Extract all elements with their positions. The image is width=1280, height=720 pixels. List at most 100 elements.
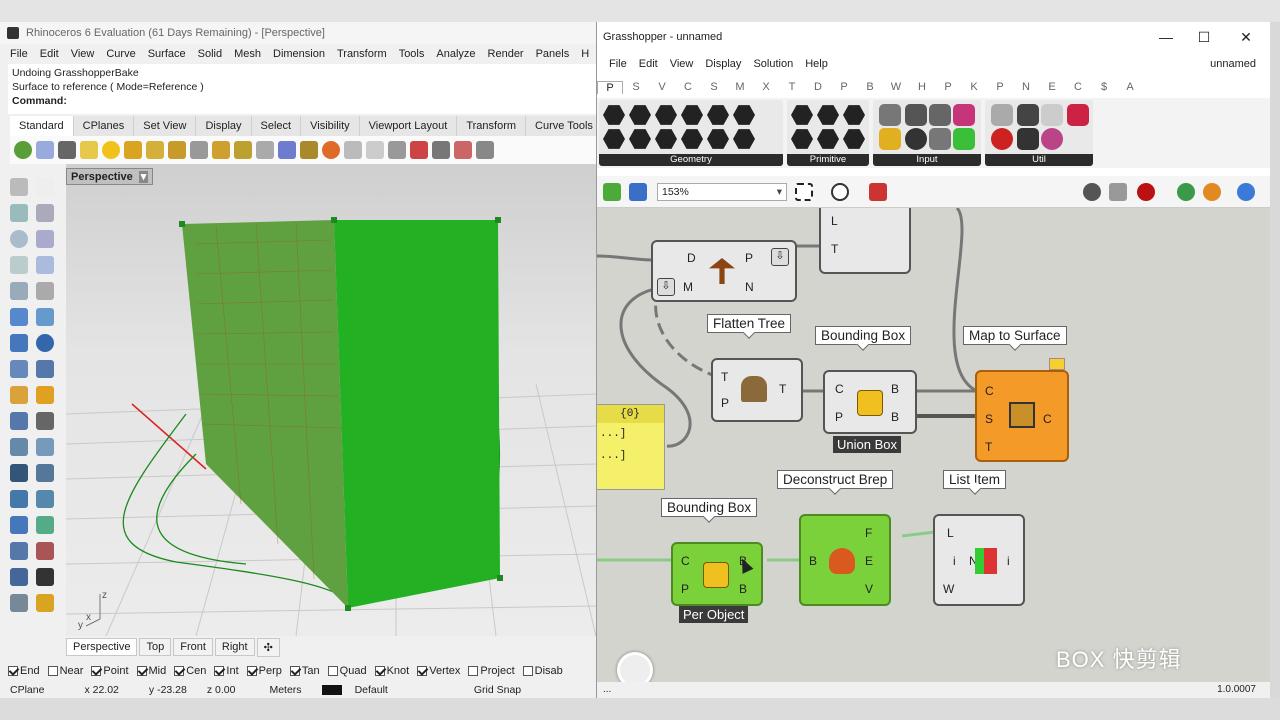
gh-tab[interactable]: P — [987, 81, 1013, 93]
preview-shaded-icon[interactable] — [1109, 183, 1127, 201]
osnap-mid[interactable]: Mid — [136, 665, 166, 677]
data-panel[interactable]: {0} ...] ...] — [597, 404, 665, 490]
open-document-icon[interactable] — [603, 183, 621, 201]
curve-param-icon[interactable] — [655, 105, 677, 125]
new-file-icon[interactable] — [36, 141, 54, 159]
tab-transform[interactable]: Transform — [457, 116, 527, 136]
menu-edit[interactable]: Edit — [34, 44, 65, 64]
move-icon[interactable] — [10, 438, 28, 456]
status-units[interactable]: Meters — [245, 684, 311, 696]
point-param-icon[interactable] — [603, 105, 625, 125]
surface-tool-icon[interactable] — [10, 308, 28, 326]
button-icon[interactable] — [905, 128, 927, 150]
gh-tab[interactable]: D — [805, 81, 831, 93]
eye-icon[interactable] — [831, 183, 849, 201]
diagonal-line-icon[interactable] — [454, 141, 472, 159]
menu-surface[interactable]: Surface — [142, 44, 192, 64]
zoom-select[interactable]: 153% — [657, 183, 787, 201]
gh-tab[interactable]: K — [961, 81, 987, 93]
osnap-project[interactable]: Project — [468, 665, 515, 677]
menu-file[interactable]: File — [4, 44, 34, 64]
box-tool-icon[interactable] — [10, 334, 28, 352]
menu-analyze[interactable]: Analyze — [430, 44, 481, 64]
layer-icon[interactable] — [124, 141, 142, 159]
fillet-icon[interactable] — [10, 412, 28, 430]
osnap-int[interactable]: Int — [214, 665, 239, 677]
mesh-settings-icon[interactable] — [1237, 183, 1255, 201]
checkbox[interactable] — [289, 666, 300, 676]
timer-widget-icon[interactable] — [617, 652, 653, 682]
checkbox[interactable] — [468, 666, 479, 676]
box-param-icon[interactable] — [629, 129, 651, 149]
dots-icon[interactable] — [366, 141, 384, 159]
ribbon-group-label[interactable]: Util — [985, 154, 1093, 166]
node-list-item[interactable]: L i W i N — [933, 514, 1025, 606]
gh-tab[interactable]: N — [1013, 81, 1039, 93]
time-param-icon[interactable] — [791, 129, 813, 149]
gh-tab[interactable]: $ — [1091, 81, 1117, 93]
osnap-near[interactable]: Near — [47, 665, 83, 677]
preview-wireframe-icon[interactable] — [1083, 183, 1101, 201]
gh-tab[interactable]: X — [753, 81, 779, 93]
polyline-icon[interactable] — [278, 141, 296, 159]
curve-icon[interactable] — [256, 141, 274, 159]
brep-param-icon[interactable] — [655, 129, 677, 149]
domain-param-icon[interactable] — [843, 105, 865, 125]
render-tool-icon[interactable] — [10, 568, 28, 586]
menu-render[interactable]: Render — [482, 44, 530, 64]
node-tree-statistics[interactable]: D M P N ⇩ ⇩ — [651, 240, 797, 302]
mesh-edit-icon[interactable] — [36, 360, 54, 378]
gh-tab[interactable]: C — [675, 81, 701, 93]
dimension-icon[interactable] — [36, 464, 54, 482]
material-preview-icon[interactable] — [1203, 183, 1221, 201]
minimize-icon[interactable]: — — [1157, 28, 1175, 46]
point-icon[interactable] — [36, 178, 54, 196]
line-tool-icon[interactable] — [10, 204, 28, 222]
loft-tool-icon[interactable] — [36, 308, 54, 326]
geometry-param-icon[interactable] — [707, 129, 729, 149]
cherry-icon[interactable] — [991, 128, 1013, 150]
arc-tool-icon[interactable] — [10, 256, 28, 274]
status-layer[interactable]: Default — [312, 684, 408, 696]
menu-solid[interactable]: Solid — [192, 44, 228, 64]
gh-doc-name[interactable]: unnamed — [1210, 58, 1256, 70]
menu-panels[interactable]: Panels — [530, 44, 576, 64]
osnap-vertex[interactable]: Vertex — [417, 665, 460, 677]
window-icon[interactable] — [432, 141, 450, 159]
ribbon-group-label[interactable]: Input — [873, 154, 981, 166]
check-icon[interactable] — [36, 568, 54, 586]
gh-tab[interactable]: C — [1065, 81, 1091, 93]
gh-tab[interactable]: W — [883, 81, 909, 93]
save-document-icon[interactable] — [629, 183, 647, 201]
perspective-viewport[interactable]: z y x Perspective ▾ — [66, 164, 596, 636]
select-arrow-icon[interactable] — [10, 178, 28, 196]
rectangle-tool-icon[interactable] — [36, 256, 54, 274]
panel-icon[interactable] — [476, 141, 494, 159]
gh-tab-params[interactable]: P — [597, 80, 623, 94]
checkbox[interactable] — [522, 666, 533, 676]
menu-help[interactable]: H — [575, 44, 595, 64]
checkbox[interactable] — [47, 666, 58, 676]
value-list-icon[interactable] — [929, 128, 951, 150]
glasses-icon[interactable] — [991, 104, 1013, 126]
sketch-icon[interactable] — [869, 183, 887, 201]
ellipse-tool-icon[interactable] — [36, 230, 54, 248]
scale-icon[interactable] — [36, 490, 54, 508]
chart-icon[interactable] — [410, 141, 428, 159]
gh-menu-edit[interactable]: Edit — [633, 54, 664, 74]
open-file-icon[interactable] — [58, 141, 76, 159]
globe-icon[interactable] — [14, 141, 32, 159]
analyze-icon[interactable] — [36, 516, 54, 534]
tab-set-view[interactable]: Set View — [134, 116, 197, 136]
flatten-arrow-icon[interactable]: ⇩ — [771, 248, 789, 266]
node-deconstruct-brep[interactable]: B F E V — [799, 514, 891, 606]
text-icon[interactable] — [10, 464, 28, 482]
integer-param-icon[interactable] — [791, 105, 813, 125]
solid-tool-icon[interactable] — [10, 516, 28, 534]
toggle-icon[interactable] — [905, 104, 927, 126]
material-icon[interactable] — [10, 594, 28, 612]
grid-tool-icon[interactable] — [36, 542, 54, 560]
osnap-knot[interactable]: Knot — [374, 665, 409, 677]
trim-icon[interactable] — [36, 386, 54, 404]
gh-tab[interactable]: P — [935, 81, 961, 93]
